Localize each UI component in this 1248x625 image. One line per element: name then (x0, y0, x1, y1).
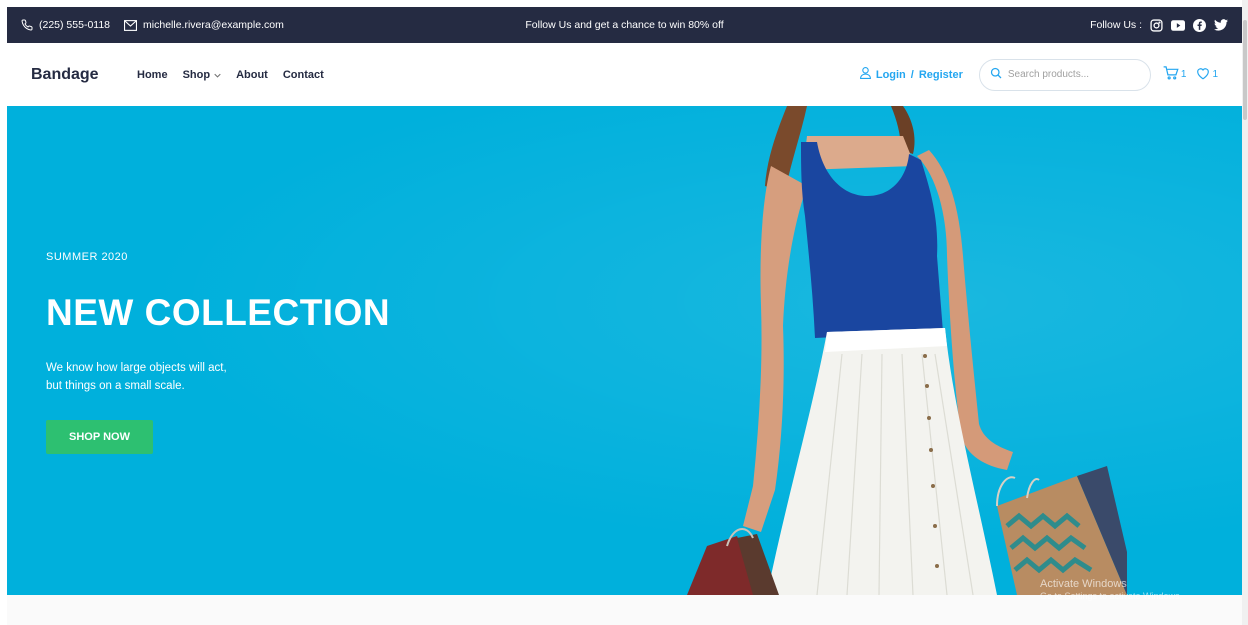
main-nav: Home Shop About Contact (137, 69, 324, 81)
hero-banner: SUMMER 2020 NEW COLLECTION We know how l… (7, 106, 1242, 595)
register-link[interactable]: Register (919, 69, 963, 81)
twitter-icon[interactable] (1214, 19, 1228, 31)
page-scrollbar[interactable] (1242, 0, 1248, 625)
youtube-icon[interactable] (1171, 19, 1185, 31)
cart-icon (1163, 66, 1179, 83)
hero-description-line-1: We know how large objects will act, (46, 362, 227, 374)
login-register: Login / Register (859, 67, 963, 82)
email-address: michelle.rivera@example.com (143, 19, 284, 31)
nav-shop-label: Shop (182, 68, 211, 81)
nav-shop[interactable]: Shop (183, 69, 222, 81)
instagram-icon[interactable] (1150, 18, 1163, 32)
heart-icon (1196, 67, 1210, 83)
search-icon[interactable] (990, 66, 1002, 84)
main-header: Bandage Home Shop About Contact Login / … (7, 43, 1242, 106)
phone-link[interactable]: (225) 555-0118 (21, 19, 110, 31)
promo-text: Follow Us and get a chance to win 80% of… (525, 19, 724, 31)
nav-about[interactable]: About (236, 69, 268, 81)
hero-headline: NEW COLLECTION (46, 292, 391, 333)
wishlist-button[interactable]: 1 (1196, 67, 1218, 83)
mail-icon (124, 19, 138, 31)
cart-button[interactable]: 1 (1163, 66, 1187, 83)
cart-count: 1 (1180, 69, 1187, 80)
watermark-title: Activate Windows (1040, 578, 1127, 590)
contact-info: (225) 555-0118 michelle.rivera@example.c… (21, 19, 284, 31)
header-actions: Login / Register 1 1 (859, 58, 1218, 91)
scrollbar-thumb[interactable] (1243, 20, 1247, 120)
nav-home[interactable]: Home (137, 69, 168, 81)
windows-activation-watermark: Activate Windows Go to Settings to activ… (1040, 578, 1182, 602)
brand-logo[interactable]: Bandage (31, 66, 137, 84)
search-box (978, 58, 1151, 91)
shop-now-button[interactable]: SHOP NOW (46, 420, 153, 454)
hero-description-line-2: but things on a small scale. (46, 380, 185, 392)
phone-number: (225) 555-0118 (39, 19, 111, 31)
chevron-down-icon (214, 69, 221, 81)
user-icon (859, 67, 871, 82)
login-link[interactable]: Login (876, 69, 906, 81)
login-separator: / (910, 68, 914, 81)
follow-label: Follow Us : (1090, 19, 1142, 31)
hero-season-label: SUMMER 2020 (46, 251, 128, 263)
search-input[interactable] (1007, 69, 1138, 80)
page: (225) 555-0118 michelle.rivera@example.c… (0, 0, 1248, 625)
email-link[interactable]: michelle.rivera@example.com (124, 19, 284, 31)
watermark-subtitle: Go to Settings to activate Windows. (1040, 591, 1183, 601)
top-bar: (225) 555-0118 michelle.rivera@example.c… (7, 7, 1242, 43)
hero-description: We know how large objects will act, but … (46, 359, 286, 395)
nav-contact[interactable]: Contact (283, 69, 324, 81)
hero-model-image (687, 106, 1127, 595)
phone-icon (21, 19, 33, 31)
wishlist-count: 1 (1212, 69, 1218, 80)
facebook-icon[interactable] (1193, 18, 1206, 32)
social-links: Follow Us : (1090, 18, 1228, 32)
